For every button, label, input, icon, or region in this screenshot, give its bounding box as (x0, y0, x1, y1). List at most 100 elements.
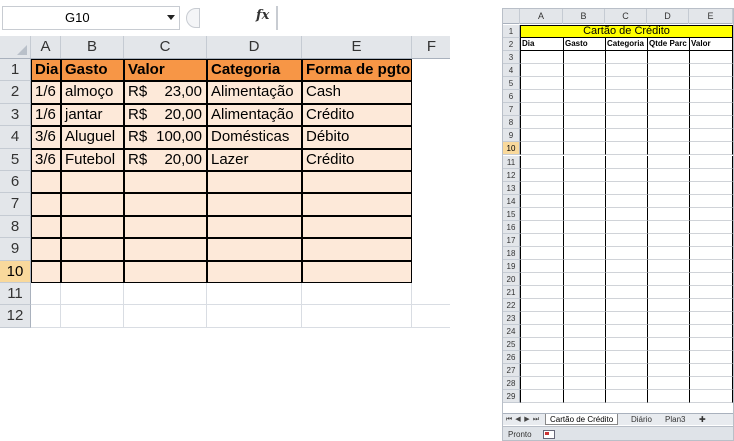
table-cell[interactable] (689, 77, 733, 91)
column-header-d[interactable]: D (647, 9, 689, 24)
row-header-4[interactable]: 4 (503, 64, 520, 78)
first-sheet-icon[interactable]: ⏮ (505, 415, 513, 424)
table-cell[interactable] (31, 215, 61, 239)
table-cell[interactable] (689, 129, 733, 143)
table-cell[interactable] (605, 142, 647, 156)
select-all-button[interactable] (0, 36, 31, 58)
dia-cell[interactable]: 1/6 (31, 103, 61, 127)
table-cell[interactable] (647, 168, 689, 182)
table-cell[interactable] (31, 238, 61, 261)
forma-cell[interactable]: Débito (302, 126, 412, 149)
table-cell[interactable] (647, 338, 689, 352)
table-cell[interactable] (647, 77, 689, 91)
row-header-7[interactable]: 7 (0, 193, 31, 216)
table-cell[interactable] (520, 207, 563, 221)
row-header-1[interactable]: 1 (503, 25, 520, 39)
next-sheet-icon[interactable]: ▶ (523, 415, 531, 424)
row-header-9[interactable]: 9 (503, 129, 520, 143)
table-cell[interactable] (61, 171, 124, 194)
table-cell[interactable] (689, 207, 733, 221)
table-cell[interactable] (520, 299, 563, 313)
table-cell[interactable] (520, 116, 563, 130)
table-cell[interactable] (31, 171, 61, 194)
table-cell[interactable] (689, 246, 733, 260)
table-cell[interactable] (605, 64, 647, 78)
sheet-title[interactable]: Cartão de Crédito (520, 25, 733, 39)
row-header-20[interactable]: 20 (503, 272, 520, 286)
table-cell[interactable] (124, 215, 207, 239)
table-cell[interactable] (563, 77, 605, 91)
table-cell[interactable] (520, 220, 563, 234)
column-header-e[interactable]: E (689, 9, 733, 24)
table-cell[interactable] (647, 246, 689, 260)
table-cell[interactable] (563, 259, 605, 273)
empty-cell[interactable] (412, 283, 450, 306)
table-cell[interactable] (605, 286, 647, 300)
table-cell[interactable] (647, 64, 689, 78)
table-cell[interactable] (563, 207, 605, 221)
table-cell[interactable] (647, 351, 689, 365)
table-cell[interactable] (647, 207, 689, 221)
table-cell[interactable] (563, 129, 605, 143)
table-cell[interactable] (520, 364, 563, 378)
table-cell[interactable] (605, 116, 647, 130)
name-box[interactable]: G10 (2, 6, 180, 30)
table-cell[interactable] (689, 194, 733, 208)
table-cell[interactable] (689, 155, 733, 169)
column-header-c[interactable]: C (605, 9, 647, 24)
table-cell[interactable] (605, 51, 647, 65)
table-cell[interactable] (605, 207, 647, 221)
table-cell[interactable] (647, 155, 689, 169)
table-cell[interactable] (605, 129, 647, 143)
empty-cell[interactable] (207, 283, 302, 306)
dia-cell[interactable]: 3/6 (31, 148, 61, 171)
table-cell[interactable] (605, 364, 647, 378)
column-header-f[interactable]: F (412, 36, 450, 58)
table-cell[interactable] (124, 260, 207, 283)
name-box-dropdown-icon[interactable] (167, 15, 175, 20)
table-cell[interactable] (605, 155, 647, 169)
table-cell[interactable] (605, 272, 647, 286)
row-header-25[interactable]: 25 (503, 338, 520, 352)
table-cell[interactable] (520, 77, 563, 91)
gasto-cell[interactable]: almoço (61, 81, 124, 104)
tab-diario[interactable]: Diário (627, 414, 656, 425)
row-header-12[interactable]: 12 (0, 305, 31, 328)
dia-cell[interactable]: 3/6 (31, 126, 61, 149)
table-cell[interactable] (647, 194, 689, 208)
table-cell[interactable] (689, 259, 733, 273)
select-all-button[interactable] (503, 9, 520, 24)
empty-cell[interactable] (124, 283, 207, 306)
table-cell[interactable] (689, 364, 733, 378)
header-cell-valor[interactable]: Valor (689, 38, 733, 52)
table-cell[interactable] (520, 90, 563, 104)
table-cell[interactable] (563, 364, 605, 378)
table-cell[interactable] (520, 155, 563, 169)
column-header-a[interactable]: A (520, 9, 563, 24)
empty-cell[interactable] (302, 283, 412, 306)
table-cell[interactable] (563, 181, 605, 195)
table-cell[interactable] (124, 193, 207, 216)
row-header-13[interactable]: 13 (503, 181, 520, 195)
dia-cell[interactable]: 1/6 (31, 81, 61, 104)
table-cell[interactable] (520, 51, 563, 65)
table-cell[interactable] (689, 90, 733, 104)
column-header-b[interactable]: B (61, 36, 124, 58)
table-cell[interactable] (605, 325, 647, 339)
table-cell[interactable] (563, 246, 605, 260)
table-cell[interactable] (31, 260, 61, 283)
row-header-5[interactable]: 5 (0, 148, 31, 171)
table-cell[interactable] (302, 171, 412, 194)
table-cell[interactable] (647, 142, 689, 156)
previous-sheet-icon[interactable]: ◀ (514, 415, 522, 424)
table-cell[interactable] (563, 64, 605, 78)
table-cell[interactable] (605, 233, 647, 247)
categoria-cell[interactable]: Alimentação (207, 81, 302, 104)
tab-plan3[interactable]: Plan3 (661, 414, 689, 425)
table-cell[interactable] (520, 312, 563, 326)
table-cell[interactable] (605, 377, 647, 391)
categoria-cell[interactable]: Alimentação (207, 103, 302, 127)
table-cell[interactable] (563, 142, 605, 156)
table-cell[interactable] (605, 259, 647, 273)
insert-sheet-icon[interactable]: ✚ (695, 414, 710, 425)
